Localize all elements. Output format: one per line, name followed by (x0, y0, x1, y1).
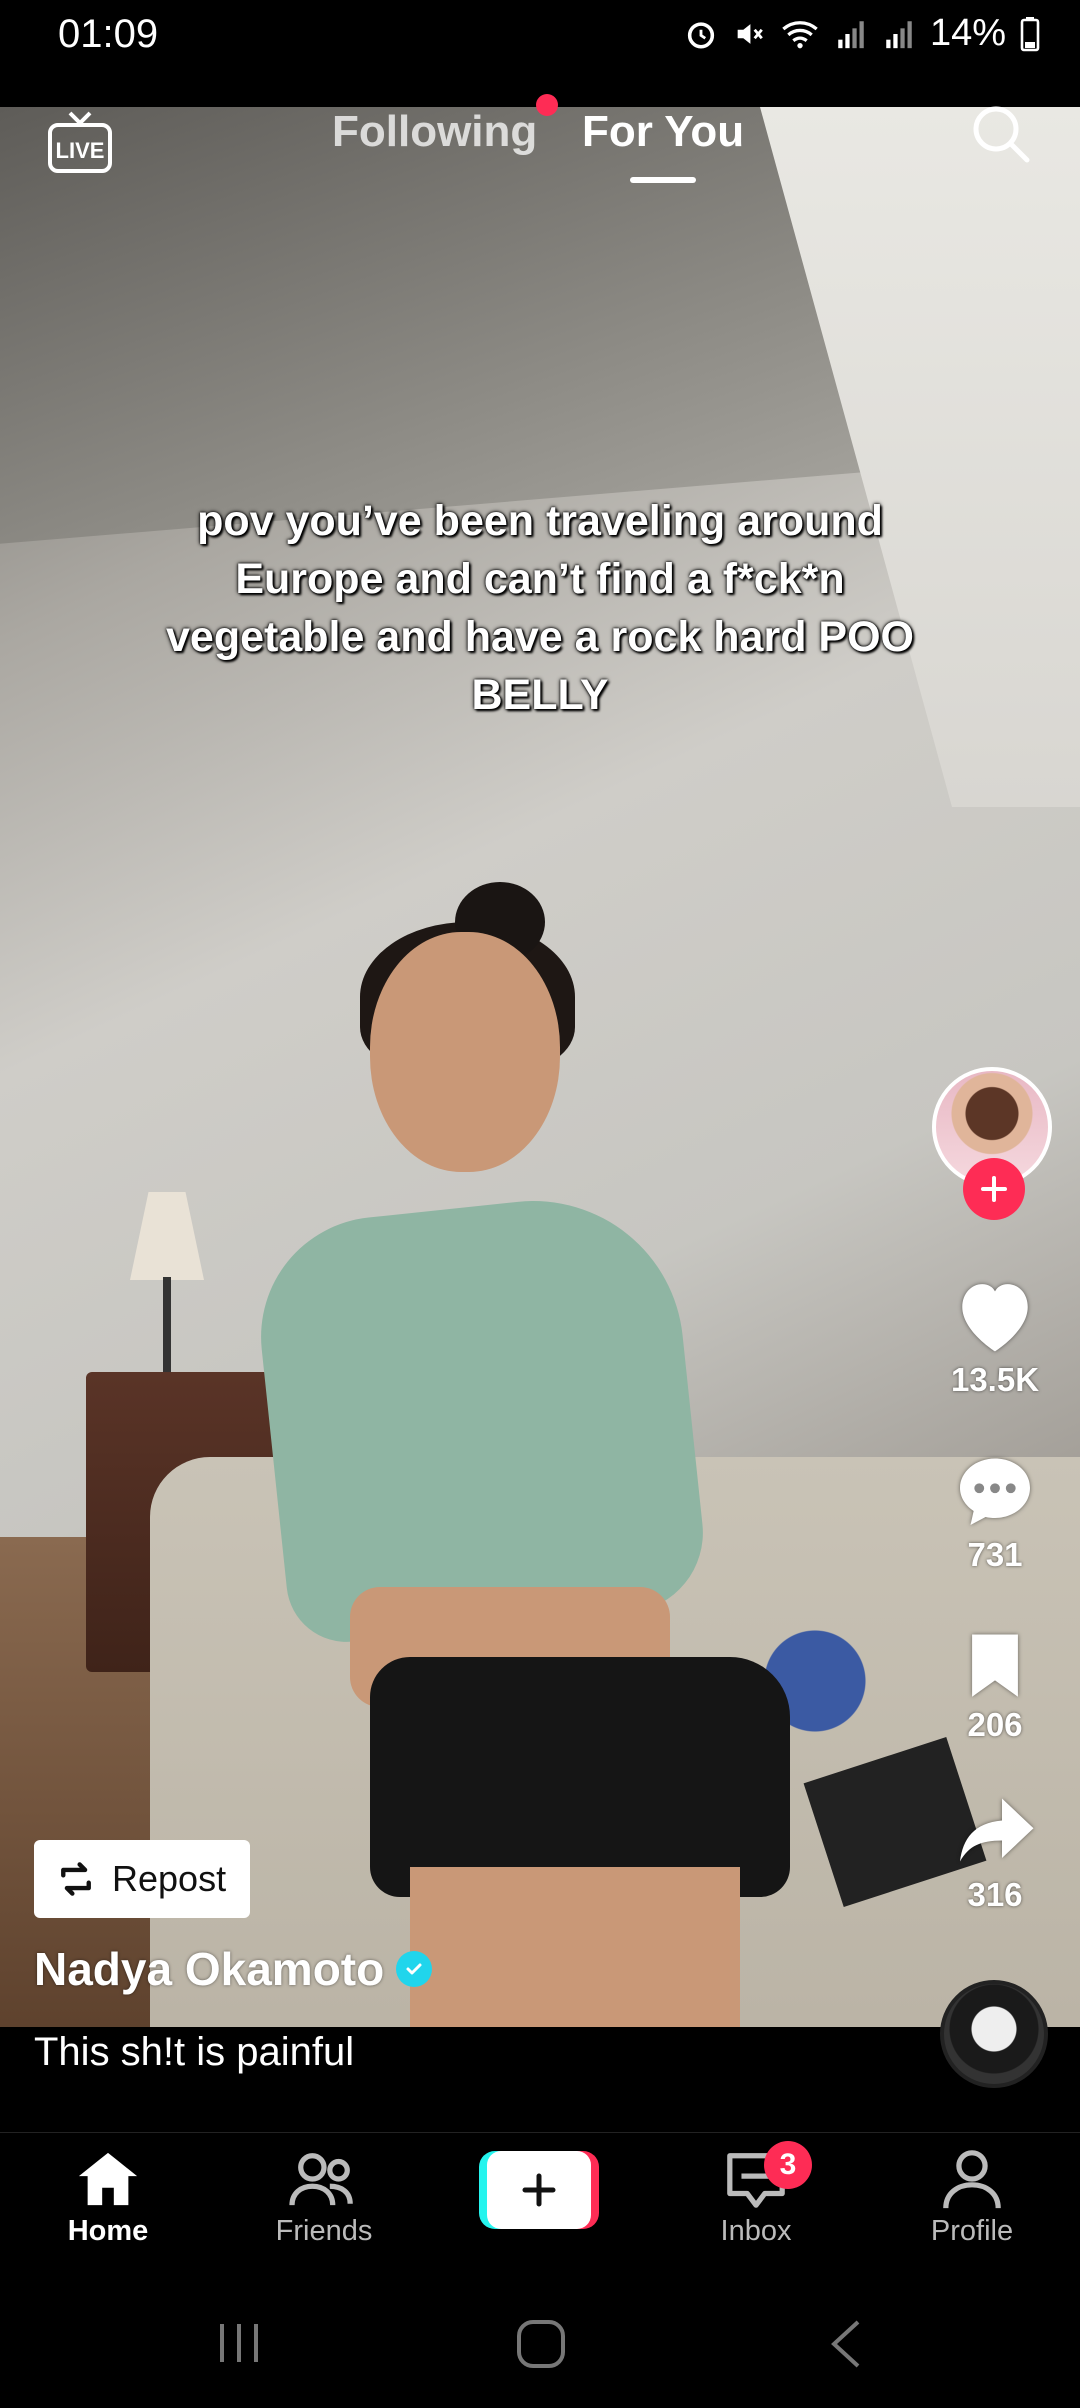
repost-label: Repost (112, 1858, 227, 1899)
back-icon (831, 2320, 860, 2368)
nav-friends-label: Friends (275, 2215, 373, 2247)
top-nav: LIVE Following For You (0, 94, 1080, 217)
signal-icon-2 (886, 20, 912, 48)
verified-badge-icon (396, 1951, 433, 1987)
nav-profile-label: Profile (930, 2215, 1014, 2247)
video-scene-lamp (130, 1192, 204, 1280)
save-count: 206 (967, 1706, 1023, 1743)
recent-apps-button[interactable] (214, 2318, 264, 2373)
follow-button[interactable] (963, 1158, 1025, 1220)
home-icon (78, 2152, 138, 2206)
like-count: 13.5K (950, 1361, 1040, 1398)
home-system-icon (517, 2320, 565, 2368)
battery-icon (1020, 16, 1040, 51)
back-system-button[interactable] (826, 2318, 866, 2375)
bottom-nav: Home Friends 3 Inbox Profile (0, 2132, 1080, 2279)
nav-friends[interactable]: Friends (244, 2147, 404, 2248)
post-description[interactable]: This sh!t is painful (34, 2030, 354, 2075)
system-nav (0, 2278, 1080, 2408)
nav-home-label: Home (67, 2215, 149, 2247)
comment-count: 731 (967, 1536, 1023, 1573)
video-player[interactable]: pov you’ve been traveling around Europe … (0, 107, 1080, 2027)
nav-inbox[interactable]: 3 Inbox (676, 2141, 836, 2248)
author-name[interactable]: Nadya Okamoto (34, 1942, 384, 1996)
save-button[interactable]: 206 (945, 1628, 1045, 1744)
live-label: LIVE (56, 138, 105, 163)
comment-button[interactable]: 731 (945, 1450, 1045, 1574)
tab-for-you[interactable]: For You (582, 107, 744, 157)
share-icon (960, 1798, 1034, 1862)
nav-profile[interactable]: Profile (892, 2147, 1052, 2248)
tab-active-indicator (630, 177, 696, 183)
mute-icon (737, 23, 763, 44)
share-button[interactable]: 316 (945, 1790, 1045, 1914)
share-count: 316 (967, 1876, 1023, 1913)
inbox-badge: 3 (764, 2141, 812, 2189)
recent-apps-icon (220, 2324, 258, 2362)
repost-button[interactable]: Repost (34, 1840, 250, 1918)
status-time: 01:09 (58, 12, 159, 56)
battery-percent: 14% (929, 12, 1006, 54)
video-scene-person (249, 807, 850, 2027)
create-button[interactable] (479, 2151, 599, 2229)
following-notification-dot (536, 94, 558, 116)
heart-icon (962, 1284, 1028, 1352)
friends-icon (289, 2153, 353, 2206)
alarm-icon (687, 21, 715, 49)
comment-icon (960, 1458, 1030, 1525)
bookmark-icon (972, 1634, 1018, 1697)
nav-inbox-label: Inbox (720, 2215, 792, 2247)
author-row[interactable]: Nadya Okamoto (34, 1942, 433, 1996)
person-shirt (249, 1186, 711, 1648)
live-button[interactable]: LIVE (44, 107, 116, 179)
repost-icon (61, 1862, 91, 1896)
status-bar: 01:09 14% (0, 0, 1080, 107)
person-head (370, 932, 560, 1172)
search-icon (973, 106, 1030, 163)
wifi-icon (782, 20, 818, 48)
profile-icon (943, 2150, 1001, 2209)
like-button[interactable]: 13.5K (945, 1275, 1045, 1399)
music-disc[interactable] (940, 1980, 1048, 2088)
person-shorts (370, 1657, 790, 1897)
plus-icon (522, 2173, 556, 2207)
signal-icon (838, 20, 864, 48)
nav-home[interactable]: Home (28, 2147, 188, 2248)
tab-following[interactable]: Following (332, 107, 537, 157)
status-icons: 14% (684, 12, 1040, 55)
video-scene-lamp-stem (163, 1277, 171, 1372)
live-icon: LIVE (48, 111, 112, 173)
create-button-face (487, 2151, 591, 2229)
search-button[interactable] (968, 101, 1034, 167)
plus-icon (981, 1176, 1007, 1202)
home-system-button[interactable] (515, 2318, 567, 2375)
video-overlay-caption: pov you’ve been traveling around Europe … (165, 497, 914, 719)
person-legs (410, 1867, 740, 2027)
